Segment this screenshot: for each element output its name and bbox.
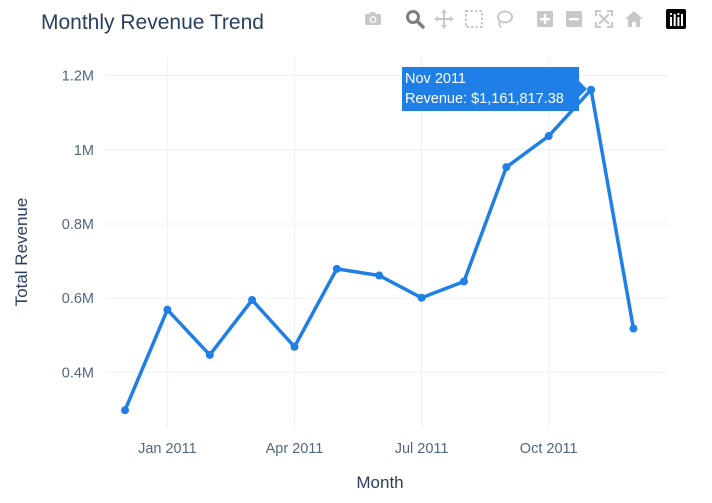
y-tick-label: 0.6M (62, 291, 94, 307)
revenue-series[interactable] (121, 85, 638, 415)
x-axis-label: Month (356, 473, 403, 492)
y-tick-label: 1M (74, 143, 94, 159)
data-point[interactable] (121, 406, 129, 415)
data-point[interactable] (587, 85, 596, 94)
data-point[interactable] (417, 293, 426, 302)
data-point[interactable] (248, 296, 257, 305)
y-tick-label: 1.2M (62, 69, 94, 85)
y-axis-label: Total Revenue (12, 198, 31, 307)
data-point[interactable] (375, 271, 384, 280)
data-point[interactable] (163, 305, 172, 314)
data-point[interactable] (459, 277, 468, 286)
gridlines (105, 57, 668, 428)
tooltip-pointer (579, 81, 587, 97)
data-point[interactable] (205, 350, 214, 359)
revenue-line[interactable] (123, 87, 636, 412)
data-point[interactable] (502, 163, 511, 172)
hover-tooltip: Nov 2011 Revenue: $1,161,817.38 (402, 67, 587, 111)
data-point[interactable] (332, 264, 341, 273)
data-point[interactable] (544, 132, 553, 141)
y-tick-label: 0.4M (62, 365, 94, 381)
y-tick-label: 0.8M (62, 217, 94, 233)
data-point[interactable] (629, 324, 638, 333)
tooltip-title: Nov 2011 (405, 71, 466, 87)
tooltip-value: Revenue: $1,161,817.38 (405, 91, 564, 107)
data-point[interactable] (290, 342, 299, 351)
axes: 0.4M 0.6M 0.8M 1M 1.2M Jan 2011 Apr 2011 Jul 20… (62, 69, 578, 457)
x-tick-label: Jul 2011 (395, 441, 449, 457)
line-chart: 0.4M 0.6M 0.8M 1M 1.2M Jan 2011 Apr 2011 Jul 20… (12, 57, 668, 492)
x-tick-label: Oct 2011 (520, 441, 578, 457)
x-tick-label: Apr 2011 (266, 441, 324, 457)
x-tick-label: Jan 2011 (138, 441, 197, 457)
